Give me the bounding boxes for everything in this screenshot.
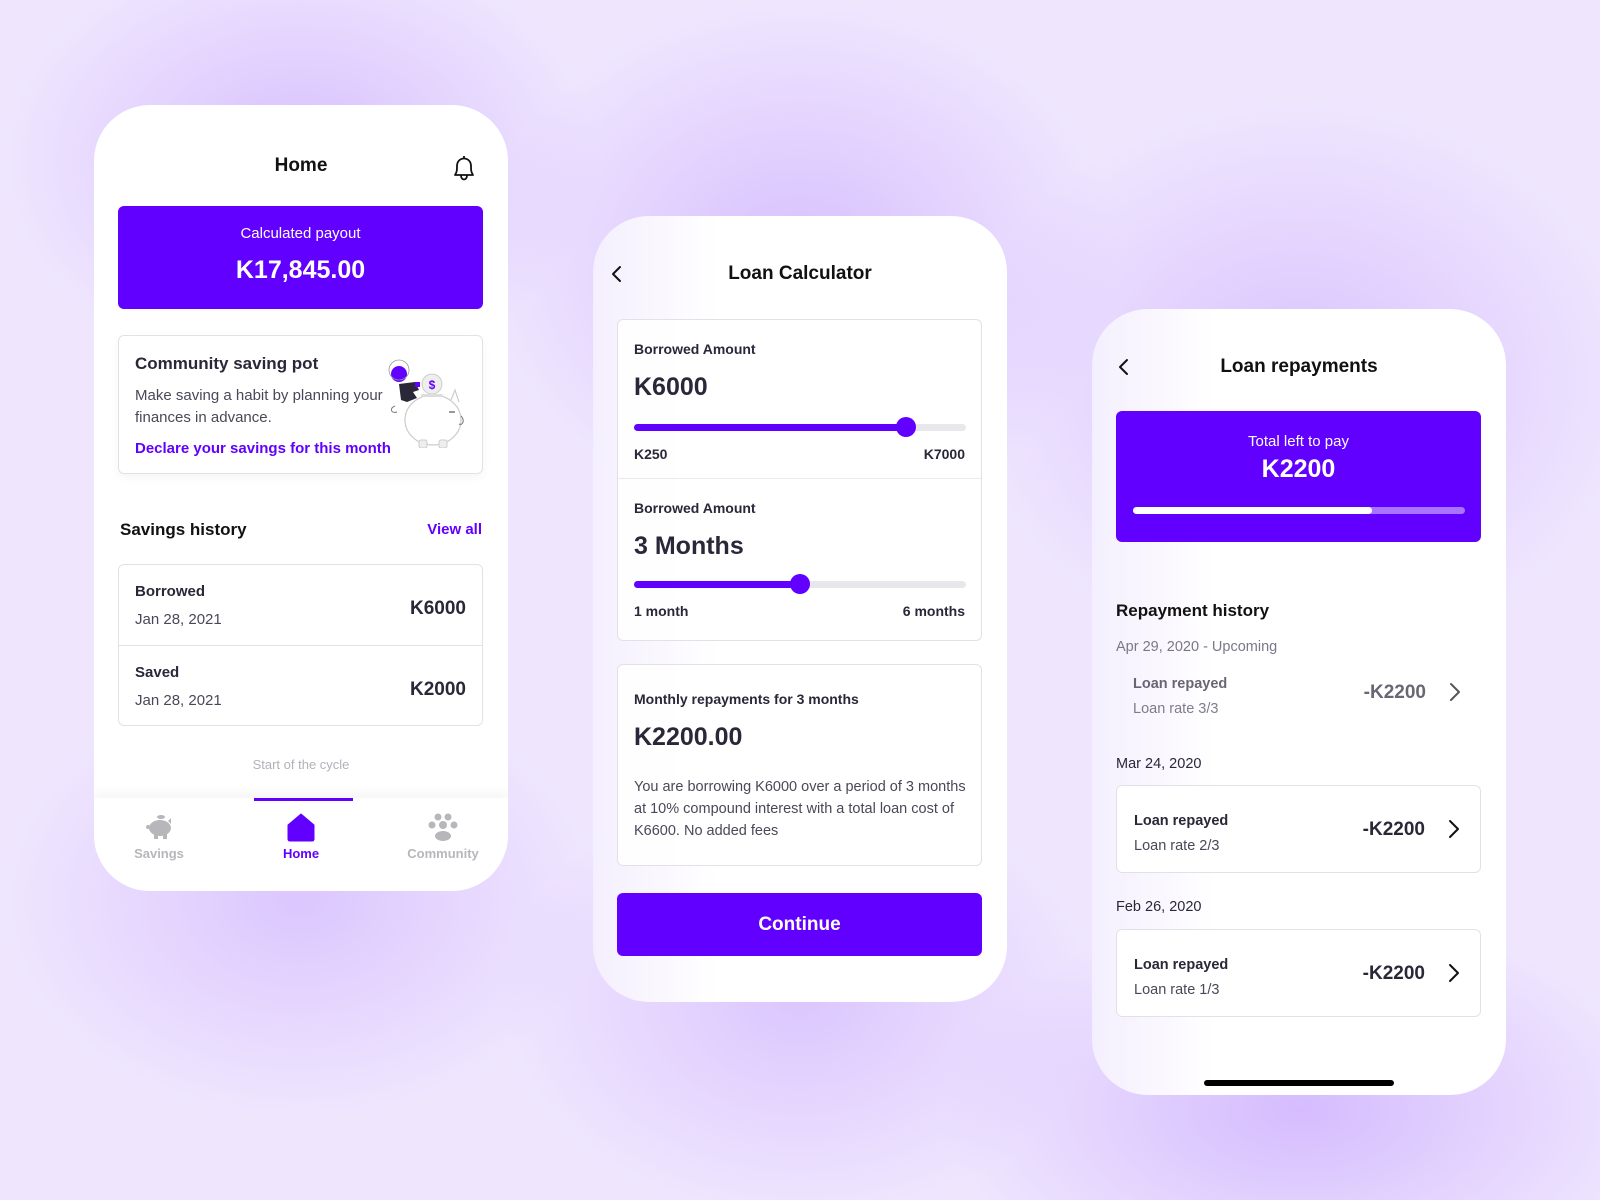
page-title: Loan Calculator (728, 263, 872, 284)
term-section: Borrowed Amount 3 Months 1 month 6 month… (618, 478, 981, 636)
repayment-title: Loan repayed (1134, 957, 1229, 973)
repayment-item[interactable]: Loan repayed Loan rate 2/3 -K2200 (1116, 785, 1481, 873)
group-date: Feb 26, 2020 (1116, 899, 1202, 915)
page-title: Loan repayments (1220, 356, 1378, 377)
tab-community[interactable]: Community (388, 812, 498, 861)
amount-section: Borrowed Amount K6000 K250 K7000 (618, 320, 981, 478)
slider-fill (634, 581, 800, 588)
loan-settings-card: Borrowed Amount K6000 K250 K7000 Borrowe… (617, 319, 982, 641)
history-date: Jan 28, 2021 (135, 611, 222, 628)
paw-community-icon (428, 813, 458, 841)
repayment-rate: Loan rate 3/3 (1133, 701, 1219, 717)
cycle-start-note: Start of the cycle (252, 757, 350, 772)
repayment-rate: Loan rate 2/3 (1134, 838, 1220, 854)
total-left-value: K2200 (1261, 455, 1336, 483)
piggy-bank-coin-illustration: $ (388, 359, 464, 448)
home-indicator[interactable] (1204, 1080, 1394, 1086)
chevron-right-icon (1449, 820, 1459, 838)
loan-repayments-screen: Loan repayments Total left to pay K2200 … (1092, 309, 1506, 1095)
saving-pot-card: Community saving pot Make saving a habit… (118, 335, 483, 474)
repayment-history-title: Repayment history (1116, 601, 1270, 620)
progress-fill (1133, 507, 1373, 514)
amount-label: Borrowed Amount (634, 341, 756, 357)
repayment-description: You are borrowing K6000 over a period of… (634, 779, 966, 839)
payout-card: Calculated payout K17,845.00 (118, 206, 483, 309)
slider-thumb[interactable] (896, 417, 917, 437)
chevron-right-icon (1449, 964, 1459, 982)
term-max-label: 6 months (902, 603, 965, 619)
saving-pot-description: Make saving a habit by planning your fin… (135, 387, 383, 426)
term-value: 3 Months (634, 532, 744, 560)
history-type: Borrowed (135, 583, 206, 600)
list-item[interactable]: Borrowed Jan 28, 2021 K6000 (119, 565, 482, 645)
notifications-button[interactable] (450, 153, 478, 183)
savings-history-list: Borrowed Jan 28, 2021 K6000 Saved Jan 28… (118, 564, 483, 726)
repayment-value: K2200.00 (634, 723, 743, 751)
amount-slider[interactable] (634, 417, 966, 437)
term-min-label: 1 month (634, 603, 689, 619)
home-screen: Home Calculated payout K17,845.00 Commun… (94, 105, 508, 891)
continue-button[interactable]: Continue (617, 893, 982, 956)
tab-label: Savings (134, 846, 184, 861)
slider-fill (634, 424, 907, 431)
repayment-title: Loan repayed (1133, 676, 1228, 692)
view-all-link[interactable]: View all (427, 521, 482, 538)
home-icon (287, 813, 315, 842)
payout-label: Calculated payout (240, 225, 361, 242)
amount-value: K6000 (634, 373, 708, 401)
page-title: Home (274, 155, 328, 176)
piggy-bank-icon (146, 815, 171, 839)
history-amount: K6000 (410, 598, 466, 619)
payout-value: K17,845.00 (235, 256, 366, 284)
history-date: Jan 28, 2021 (135, 692, 222, 709)
repayment-progress-bar (1133, 507, 1465, 514)
tab-label: Community (407, 846, 479, 861)
savings-history-title: Savings history (120, 520, 247, 539)
chevron-right-icon (1450, 683, 1460, 701)
loan-calculator-screen: Loan Calculator Borrowed Amount K6000 K2… (593, 216, 1007, 1002)
declare-savings-link[interactable]: Declare your savings for this month (135, 440, 391, 457)
tab-home[interactable]: Home (246, 812, 356, 861)
amount-min-label: K250 (634, 446, 668, 462)
list-item[interactable]: Saved Jan 28, 2021 K2000 (119, 645, 482, 725)
repayment-rate: Loan rate 1/3 (1134, 982, 1220, 998)
total-left-label: Total left to pay (1248, 433, 1349, 450)
active-tab-indicator (254, 798, 353, 801)
bottom-tab-bar: Savings Home Community (94, 798, 508, 891)
bell-icon (454, 156, 474, 181)
repayment-amount: -K2200 (1363, 682, 1426, 703)
saving-pot-title: Community saving pot (135, 354, 319, 373)
history-type: Saved (135, 664, 180, 681)
repayment-amount: -K2200 (1362, 819, 1425, 840)
repayment-item[interactable]: Loan repayed Loan rate 3/3 -K2200 (1116, 649, 1481, 737)
group-date: Mar 24, 2020 (1116, 756, 1202, 772)
term-slider[interactable] (634, 574, 966, 594)
amount-max-label: K7000 (923, 446, 965, 462)
slider-thumb[interactable] (790, 574, 810, 594)
history-amount: K2000 (410, 679, 466, 700)
total-left-card: Total left to pay K2200 (1116, 411, 1481, 542)
repayment-item[interactable]: Loan repayed Loan rate 1/3 -K2200 (1116, 929, 1481, 1017)
term-label: Borrowed Amount (634, 500, 756, 516)
tab-savings[interactable]: Savings (104, 812, 214, 861)
repayment-title: Loan repayed (1134, 813, 1229, 829)
repayment-label: Monthly repayments for 3 months (634, 691, 859, 707)
svg-text:$: $ (429, 378, 436, 392)
tab-label: Home (282, 846, 320, 861)
monthly-repayment-card: Monthly repayments for 3 months K2200.00… (617, 664, 982, 866)
repayment-amount: -K2200 (1362, 963, 1425, 984)
